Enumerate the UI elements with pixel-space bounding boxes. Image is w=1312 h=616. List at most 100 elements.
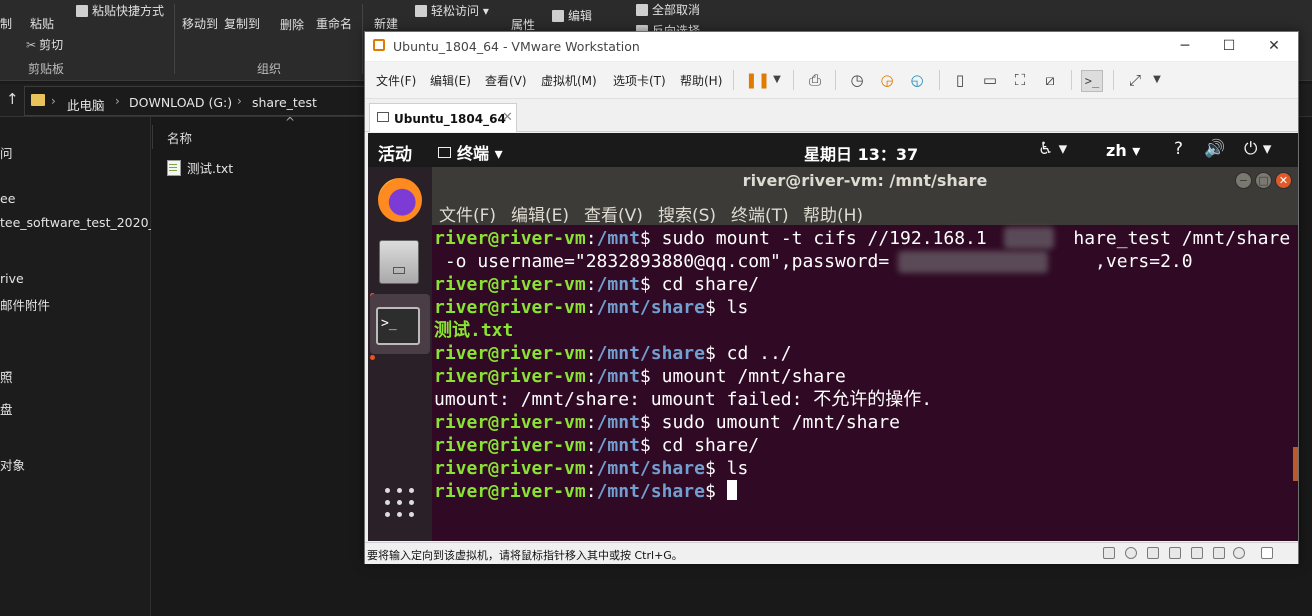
- menu-help[interactable]: 帮助(H): [803, 201, 863, 226]
- prompt-separator: :: [585, 274, 597, 295]
- prompt-symbol: $: [639, 412, 662, 433]
- revert-snapshot-icon[interactable]: ◶: [877, 70, 897, 90]
- prompt-user: river@river-vm: [434, 366, 586, 387]
- message-log-icon[interactable]: [1261, 547, 1273, 559]
- show-applications-icon[interactable]: [385, 488, 415, 518]
- nav-item[interactable]: 问: [0, 143, 13, 162]
- pause-icon[interactable]: ❚❚: [745, 70, 770, 90]
- sound-card-icon[interactable]: [1213, 547, 1225, 559]
- breadcrumb-drive[interactable]: DOWNLOAD (G:): [129, 95, 232, 110]
- snapshot-manager-icon[interactable]: ◵: [907, 70, 927, 90]
- hard-disk-icon[interactable]: [1103, 547, 1115, 559]
- breadcrumb-folder[interactable]: share_test: [252, 95, 317, 110]
- chevron-down-icon[interactable]: ▼: [767, 70, 787, 90]
- navigation-pane: 问 ee tee_software_test_2020_08 rive 邮件附件…: [0, 117, 171, 616]
- list-item[interactable]: 测试.txt: [167, 158, 233, 177]
- sort-caret-icon: ^: [285, 115, 296, 129]
- close-tab-icon[interactable]: ✕: [502, 110, 513, 125]
- firefox-icon[interactable]: [378, 178, 422, 222]
- nav-item[interactable]: ee: [0, 191, 15, 206]
- menu-search[interactable]: 搜索(S): [658, 201, 716, 226]
- menu-tabs[interactable]: 选项卡(T): [613, 72, 666, 89]
- network-adapter-icon[interactable]: [1147, 547, 1159, 559]
- cd-dvd-icon[interactable]: [1125, 547, 1137, 559]
- power-icon[interactable]: ⏻ ▾: [1244, 139, 1271, 159]
- edit-button[interactable]: 编辑: [552, 7, 592, 24]
- nav-item[interactable]: tee_software_test_2020_08: [0, 215, 171, 230]
- volume-icon[interactable]: 🔊: [1204, 139, 1225, 159]
- nav-item[interactable]: 邮件附件: [0, 295, 50, 314]
- vmware-tab-strip: Ubuntu_1804_64 ✕: [365, 99, 1298, 132]
- menu-vm[interactable]: 虚拟机(M): [541, 72, 597, 89]
- rename-button[interactable]: 重命名: [316, 15, 352, 32]
- menu-terminal[interactable]: 终端(T): [731, 201, 789, 226]
- unity-icon[interactable]: ⧄: [1040, 70, 1060, 90]
- snapshot-icon[interactable]: ◷: [847, 70, 867, 90]
- guest-display[interactable]: 活动 终端 ▾ 星期日 13：37 ♿ ▾ zh ▾ ? 🔊 ⏻ ▾ >_ ri…: [368, 133, 1298, 541]
- menu-view[interactable]: 查看(V): [584, 201, 643, 226]
- window-title: Ubuntu_1804_64 - VMware Workstation: [393, 39, 640, 54]
- input-method-indicator[interactable]: zh ▾: [1106, 141, 1140, 160]
- prompt-user: river@river-vm: [434, 481, 586, 502]
- menu-help[interactable]: 帮助(H): [680, 72, 722, 89]
- terminal-title: river@river-vm: /mnt/share: [742, 171, 988, 190]
- tab-ubuntu[interactable]: Ubuntu_1804_64 ✕: [369, 103, 517, 132]
- column-header-name[interactable]: 名称: [167, 128, 192, 147]
- close-button[interactable]: ✕: [1254, 35, 1294, 57]
- files-icon[interactable]: [379, 240, 419, 284]
- prompt-path: /mnt: [596, 435, 640, 456]
- nav-item[interactable]: 盘: [0, 399, 13, 418]
- terminal-output[interactable]: river@river-vm:/mnt$ sudo mount -t cifs …: [434, 227, 1294, 503]
- minimize-button[interactable]: ─: [1165, 35, 1205, 57]
- menu-view[interactable]: 查看(V): [485, 72, 527, 89]
- nav-item[interactable]: 照: [0, 367, 13, 386]
- menu-file[interactable]: 文件(F): [376, 72, 416, 89]
- breadcrumb-this-pc[interactable]: 此电脑: [67, 95, 105, 114]
- terminal-icon[interactable]: >_: [376, 307, 420, 345]
- prompt-path: /mnt: [596, 228, 640, 249]
- paste-button[interactable]: 粘贴: [30, 15, 54, 32]
- new-button[interactable]: 新建: [374, 15, 398, 32]
- activities-button[interactable]: 活动: [378, 140, 412, 165]
- up-arrow-icon[interactable]: ↑: [6, 90, 19, 108]
- prompt-separator: :: [585, 228, 597, 249]
- organize-group-label: 组织: [257, 62, 282, 76]
- network-question-icon[interactable]: ?: [1174, 139, 1183, 159]
- stretch-guest-icon[interactable]: ⤢: [1125, 70, 1145, 90]
- redaction-blur: [898, 251, 1048, 273]
- maximize-button[interactable]: ☐: [1209, 35, 1249, 57]
- easy-access-button[interactable]: 轻松访问 ▾: [415, 2, 489, 19]
- paste-shortcut-button[interactable]: 粘贴快捷方式: [76, 2, 164, 19]
- nav-item[interactable]: 对象: [0, 455, 25, 474]
- printer-icon[interactable]: [1191, 547, 1203, 559]
- menu-edit[interactable]: 编辑(E): [430, 72, 471, 89]
- terminal-line: river@river-vm:/mnt$ umount /mnt/share: [434, 365, 1294, 388]
- select-none-button[interactable]: 全部取消: [636, 1, 700, 18]
- thumbnail-bar-icon[interactable]: ▭: [980, 70, 1000, 90]
- chevron-down-icon[interactable]: ▼: [1147, 70, 1167, 90]
- cut-button[interactable]: ✂ 剪切: [26, 36, 63, 53]
- delete-button[interactable]: 删除: [280, 16, 304, 33]
- copy-to-button[interactable]: 复制到: [224, 15, 260, 32]
- edit-label: 编辑: [568, 9, 593, 23]
- minimize-button[interactable]: −: [1235, 172, 1252, 189]
- address-bar[interactable]: › 此电脑 › DOWNLOAD (G:) › share_test: [24, 86, 366, 116]
- send-ctrl-alt-del-icon[interactable]: ⎙: [805, 70, 825, 90]
- network-adapter-icon[interactable]: [1169, 547, 1181, 559]
- nav-item[interactable]: rive: [0, 271, 24, 286]
- maximize-button[interactable]: □: [1255, 172, 1272, 189]
- clock[interactable]: 星期日 13：37: [804, 141, 918, 165]
- terminal-scrollbar[interactable]: [1293, 447, 1298, 481]
- sidebar-toggle-icon[interactable]: ▯: [950, 70, 970, 90]
- fullscreen-icon[interactable]: ⛶: [1010, 70, 1030, 90]
- usb-icon[interactable]: [1233, 547, 1245, 559]
- console-view-icon[interactable]: >_: [1081, 70, 1103, 92]
- menu-file[interactable]: 文件(F): [439, 201, 496, 226]
- vmware-window: Ubuntu_1804_64 - VMware Workstation ─ ☐ …: [364, 31, 1299, 564]
- close-button[interactable]: ✕: [1275, 172, 1292, 189]
- accessibility-icon[interactable]: ♿ ▾: [1038, 139, 1067, 159]
- move-to-button[interactable]: 移动到: [182, 15, 218, 32]
- clipboard-group-label: 剪贴板: [28, 62, 65, 76]
- menu-edit[interactable]: 编辑(E): [511, 201, 569, 226]
- app-menu[interactable]: 终端 ▾: [438, 140, 503, 164]
